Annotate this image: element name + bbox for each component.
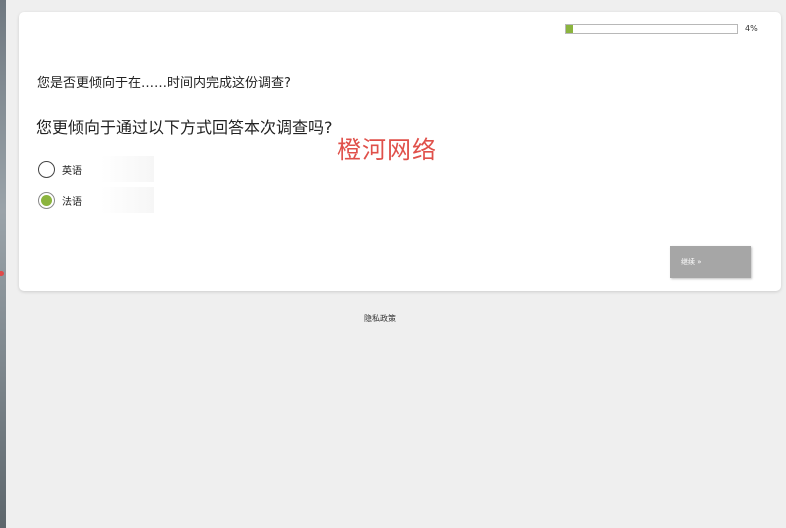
option-french[interactable]: 法语 — [36, 187, 154, 213]
main-question: 您更倾向于通过以下方式回答本次调查吗? — [36, 118, 333, 137]
survey-card: 4% 您是否更倾向于在……时间内完成这份调查? 您更倾向于通过以下方式回答本次调… — [19, 12, 781, 291]
progress-bar-fill — [566, 25, 573, 33]
progress-bar — [565, 24, 738, 34]
watermark-text: 橙河网络 — [337, 136, 437, 164]
radio-checked-icon[interactable] — [38, 191, 55, 209]
option-label: 英语 — [62, 165, 82, 177]
radio-unchecked-icon[interactable] — [38, 160, 55, 178]
background-window-edge — [0, 0, 6, 528]
option-label: 法语 — [62, 196, 82, 208]
intro-question: 您是否更倾向于在……时间内完成这份调查? — [37, 76, 291, 91]
privacy-policy-link[interactable]: 隐私政策 — [364, 313, 396, 324]
continue-button[interactable]: 继续 » — [670, 246, 751, 278]
progress-percent: 4% — [745, 24, 758, 33]
radio-selected-dot — [41, 194, 52, 206]
option-english[interactable]: 英语 — [36, 156, 154, 182]
